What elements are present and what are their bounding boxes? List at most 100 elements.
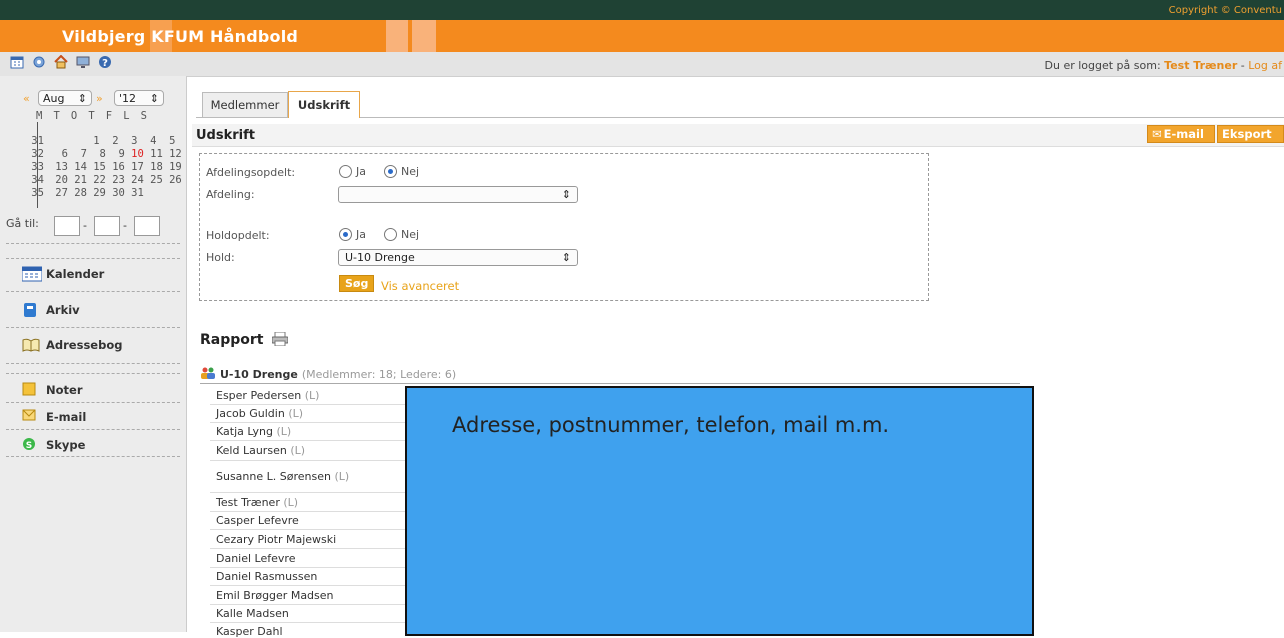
member-row: Daniel Rasmussen	[216, 570, 406, 583]
sidebar-item-noter[interactable]: Noter	[22, 382, 83, 398]
afdelingsopdelt-ja-radio[interactable]: Ja	[339, 165, 366, 178]
radio-label: Ja	[356, 228, 366, 241]
sidebar-item-label: Noter	[46, 383, 83, 397]
svg-text:S: S	[26, 441, 32, 451]
member-name: Emil Brøgger Madsen	[216, 589, 334, 602]
calendar-icon[interactable]	[10, 55, 24, 69]
address-book-icon	[22, 337, 40, 353]
advanced-link[interactable]: Vis avanceret	[381, 279, 459, 293]
calendar-week-row[interactable]: 3527 28 29 30 31	[6, 175, 144, 211]
report-title-text: Rapport	[200, 332, 264, 348]
row-divider	[210, 440, 406, 441]
afdeling-select[interactable]: ⇕	[338, 186, 578, 203]
member-name: Daniel Lefevre	[216, 552, 296, 565]
button-label: E-mail	[1163, 127, 1204, 141]
computer-icon[interactable]	[76, 55, 90, 69]
email-button[interactable]: ✉ E-mail	[1147, 125, 1215, 143]
member-row: Esper Pedersen (L)	[216, 389, 406, 402]
row-divider	[210, 604, 406, 605]
member-name: Daniel Rasmussen	[216, 570, 318, 583]
sidebar-item-label: Adressebog	[46, 338, 123, 352]
report-title: Rapport	[200, 331, 289, 350]
club-title[interactable]: Vildbjerg KFUM Håndbold	[62, 27, 298, 46]
row-divider	[210, 460, 406, 461]
row-divider	[210, 529, 406, 530]
sidebar-item-label: Kalender	[46, 267, 105, 281]
sidebar-item-skype[interactable]: S Skype	[22, 437, 85, 453]
member-name: Susanne L. Sørensen	[216, 470, 331, 483]
member-row: Susanne L. Sørensen (L)	[216, 470, 406, 483]
goto-year-input[interactable]	[134, 216, 160, 236]
afdelingsopdelt-nej-radio[interactable]: Nej	[384, 165, 419, 178]
email-icon	[22, 409, 38, 425]
weekday-header: M T O T F L S	[36, 110, 150, 122]
hold-select[interactable]: U-10 Drenge ⇕	[338, 249, 578, 266]
year-select[interactable]: '12 ⇕	[114, 90, 164, 106]
search-button[interactable]: Søg	[339, 275, 375, 292]
radio-button[interactable]	[384, 165, 397, 178]
divider	[6, 402, 180, 403]
select-arrow-icon: ⇕	[149, 91, 159, 105]
divider	[6, 456, 180, 457]
user-link[interactable]: Test Træner	[1164, 59, 1237, 72]
divider	[6, 429, 180, 430]
leader-badge: (L)	[276, 425, 292, 438]
home-icon[interactable]	[54, 55, 68, 69]
member-row: Daniel Lefevre	[216, 552, 406, 565]
goto-day-input[interactable]	[54, 216, 80, 236]
prev-month-arrow[interactable]: «	[23, 92, 30, 105]
export-button[interactable]: Eksport	[1217, 125, 1284, 143]
member-row: Jacob Guldin (L)	[216, 407, 406, 420]
member-row: Casper Lefevre	[216, 514, 406, 527]
select-arrow-icon: ⇕	[561, 188, 571, 201]
sidebar-item-kalender[interactable]: Kalender	[21, 266, 105, 282]
group-icon	[200, 367, 216, 382]
printer-icon[interactable]	[271, 331, 289, 350]
calendar-days[interactable]: 27 28 29 30 31	[55, 187, 144, 199]
month-value: Aug	[43, 91, 65, 105]
next-month-arrow[interactable]: »	[96, 92, 103, 105]
radio-button[interactable]	[384, 228, 397, 241]
member-row: Emil Brøgger Madsen	[216, 589, 406, 602]
goto-month-input[interactable]	[94, 216, 120, 236]
sidebar-item-arkiv[interactable]: Arkiv	[22, 302, 80, 318]
tab-udskrift[interactable]: Udskrift	[288, 91, 360, 118]
tab-medlemmer[interactable]: Medlemmer	[202, 92, 288, 117]
sidebar-item-email[interactable]: E-mail	[22, 409, 86, 425]
divider	[6, 258, 180, 259]
radio-button[interactable]	[339, 228, 352, 241]
select-arrow-icon: ⇕	[77, 91, 87, 105]
settings-icon[interactable]	[32, 55, 46, 69]
page-title: Udskrift	[196, 128, 255, 143]
divider	[6, 373, 180, 374]
group-name: U-10 Drenge	[220, 368, 298, 381]
leader-badge: (L)	[283, 496, 299, 509]
member-name: Jacob Guldin	[216, 407, 285, 420]
radio-button[interactable]	[339, 165, 352, 178]
row-divider	[210, 548, 406, 549]
goto-label: Gå til:	[6, 217, 39, 230]
note-icon	[22, 382, 38, 398]
sidebar-item-adressebog[interactable]: Adressebog	[22, 337, 122, 353]
holdopdelt-nej-radio[interactable]: Nej	[384, 228, 419, 241]
member-name: Kalle Madsen	[216, 607, 289, 620]
afdelingsopdelt-label: Afdelingsopdelt:	[206, 166, 296, 179]
member-row: Test Træner (L)	[216, 496, 406, 509]
row-divider	[210, 567, 406, 568]
year-value: '12	[119, 91, 137, 105]
tab-label: Medlemmer	[210, 98, 280, 112]
afdeling-label: Afdeling:	[206, 188, 255, 201]
divider	[6, 363, 180, 364]
copyright-link[interactable]: Copyright © Conventu	[1169, 5, 1282, 16]
leader-badge: (L)	[288, 407, 304, 420]
radio-label: Nej	[401, 228, 420, 241]
date-separator: -	[123, 219, 127, 232]
help-icon[interactable]: ?	[98, 55, 112, 69]
sidebar-item-label: E-mail	[46, 410, 87, 424]
banner-decoration	[412, 20, 436, 52]
holdopdelt-ja-radio[interactable]: Ja	[339, 228, 366, 241]
month-select[interactable]: Aug ⇕	[38, 90, 92, 106]
button-label: Eksport	[1222, 127, 1272, 141]
divider	[6, 327, 180, 328]
logout-link[interactable]: Log af	[1248, 59, 1282, 72]
